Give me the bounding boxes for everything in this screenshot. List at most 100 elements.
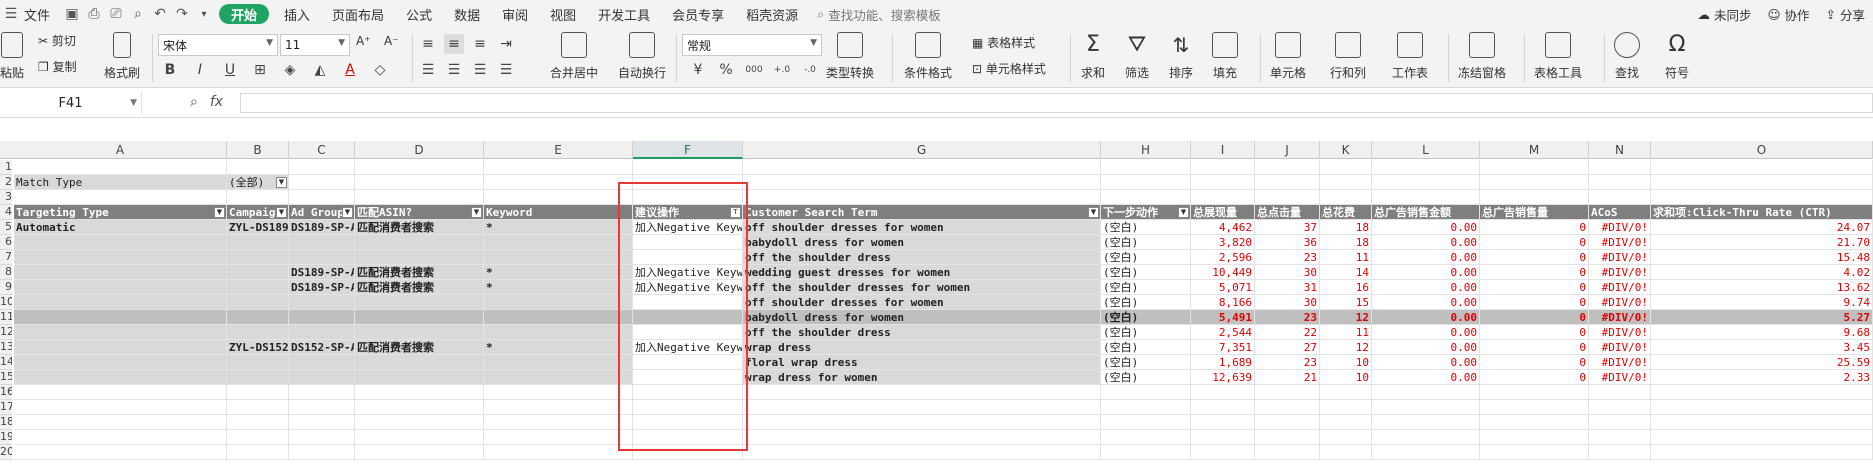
data-cell-I[interactable]: 4,462 — [1191, 220, 1255, 235]
data-cell-G[interactable]: floral wrap dress — [743, 355, 1101, 370]
column-header-A[interactable]: A — [14, 141, 227, 159]
sum-button[interactable]: Σ 求和 — [1080, 32, 1106, 81]
copy-button[interactable]: ❐ 复制 — [38, 58, 77, 75]
cell[interactable] — [1320, 175, 1372, 190]
data-cell-K[interactable]: 18 — [1320, 235, 1372, 250]
decrease-decimal-icon[interactable]: -.0 — [800, 60, 820, 80]
data-cell-G[interactable]: off shoulder dresses for women — [743, 295, 1101, 310]
data-cell-E[interactable]: * — [484, 220, 633, 235]
data-cell-O[interactable]: 25.59 — [1651, 355, 1873, 370]
row-header[interactable]: 5 — [0, 220, 12, 235]
data-cell-O[interactable]: 3.45 — [1651, 340, 1873, 355]
data-cell-F[interactable]: 加入Negative Keyword — [633, 220, 743, 235]
filter-dropdown-icon[interactable]: ▼ — [342, 207, 353, 218]
data-cell-D[interactable] — [355, 250, 484, 265]
data-cell-M[interactable]: 0 — [1480, 370, 1589, 385]
cell[interactable] — [1372, 190, 1480, 205]
tab-7[interactable]: 开发工具 — [587, 0, 661, 28]
cell[interactable] — [289, 415, 355, 430]
cell[interactable] — [633, 400, 743, 415]
table-header-cell[interactable]: Targeting Type — [14, 205, 227, 220]
cell[interactable] — [1320, 415, 1372, 430]
cell[interactable] — [1320, 385, 1372, 400]
data-cell-G[interactable]: wrap dress for women — [743, 370, 1101, 385]
feature-search[interactable]: ⌕ 查找功能、搜索模板 — [817, 5, 941, 24]
format-painter-button[interactable]: 格式刷 — [104, 32, 140, 81]
data-cell-E[interactable]: * — [484, 265, 633, 280]
cell[interactable] — [1101, 190, 1191, 205]
data-cell-K[interactable]: 12 — [1320, 310, 1372, 325]
cell[interactable] — [743, 385, 1101, 400]
column-header-F[interactable]: F — [633, 141, 743, 159]
data-cell-A[interactable] — [14, 355, 227, 370]
cell[interactable] — [743, 175, 1101, 190]
cell[interactable] — [743, 430, 1101, 445]
data-cell-C[interactable] — [289, 250, 355, 265]
data-cell-B[interactable] — [227, 355, 289, 370]
data-cell-J[interactable]: 36 — [1255, 235, 1320, 250]
justify-icon[interactable]: ☰ — [496, 60, 516, 80]
tab-5[interactable]: 审阅 — [491, 0, 539, 28]
table-header-cell[interactable]: 总广告销售量 — [1480, 205, 1589, 220]
data-cell-N[interactable]: #DIV/0! — [1589, 310, 1651, 325]
cell[interactable] — [1255, 190, 1320, 205]
cell[interactable] — [1191, 415, 1255, 430]
data-cell-K[interactable]: 14 — [1320, 265, 1372, 280]
cell[interactable] — [1320, 430, 1372, 445]
data-cell-B[interactable] — [227, 235, 289, 250]
tab-6[interactable]: 视图 — [539, 0, 587, 28]
cell[interactable] — [14, 160, 227, 175]
cell[interactable] — [1101, 415, 1191, 430]
data-cell-N[interactable]: #DIV/0! — [1589, 220, 1651, 235]
data-cell-N[interactable]: #DIV/0! — [1589, 265, 1651, 280]
table-header-cell[interactable]: 总展现量 — [1191, 205, 1255, 220]
cell[interactable] — [1191, 175, 1255, 190]
cell[interactable] — [1320, 400, 1372, 415]
cell[interactable] — [633, 415, 743, 430]
data-cell-N[interactable]: #DIV/0! — [1589, 295, 1651, 310]
data-cell-K[interactable]: 10 — [1320, 370, 1372, 385]
data-cell-L[interactable]: 0.00 — [1372, 280, 1480, 295]
data-cell-K[interactable]: 15 — [1320, 295, 1372, 310]
data-cell-I[interactable]: 2,544 — [1191, 325, 1255, 340]
cell[interactable] — [1480, 160, 1589, 175]
data-cell-O[interactable]: 15.48 — [1651, 250, 1873, 265]
data-cell-A[interactable] — [14, 370, 227, 385]
cell[interactable] — [1320, 190, 1372, 205]
data-cell-J[interactable]: 37 — [1255, 220, 1320, 235]
cell[interactable] — [484, 385, 633, 400]
data-cell-I[interactable]: 7,351 — [1191, 340, 1255, 355]
cell[interactable] — [484, 400, 633, 415]
data-cell-B[interactable] — [227, 280, 289, 295]
row-header[interactable]: 12 — [0, 325, 12, 340]
data-cell-E[interactable] — [484, 295, 633, 310]
tab-1[interactable]: 插入 — [273, 0, 321, 28]
collaborate-button[interactable]: ☺ 协作 — [1760, 0, 1818, 28]
data-cell-I[interactable]: 1,689 — [1191, 355, 1255, 370]
data-cell-J[interactable]: 22 — [1255, 325, 1320, 340]
data-cell-L[interactable]: 0.00 — [1372, 355, 1480, 370]
data-cell-D[interactable]: 匹配消费者搜索 — [355, 265, 484, 280]
highlight-icon[interactable]: ◭ — [310, 60, 330, 80]
data-cell-H[interactable]: (空白) — [1101, 325, 1191, 340]
merge-center-button[interactable]: 合并居中 — [550, 32, 598, 81]
data-cell-I[interactable]: 2,596 — [1191, 250, 1255, 265]
data-cell-F[interactable] — [633, 355, 743, 370]
data-cell-E[interactable] — [484, 250, 633, 265]
table-header-cell[interactable]: 总花费 — [1320, 205, 1372, 220]
data-cell-K[interactable]: 11 — [1320, 250, 1372, 265]
data-cell-J[interactable]: 27 — [1255, 340, 1320, 355]
data-cell-M[interactable]: 0 — [1480, 280, 1589, 295]
data-cell-C[interactable] — [289, 370, 355, 385]
data-cell-E[interactable]: * — [484, 280, 633, 295]
match-type-label[interactable]: Match Type — [14, 175, 227, 190]
data-cell-N[interactable]: #DIV/0! — [1589, 370, 1651, 385]
filter-dropdown-icon[interactable]: ▼ — [276, 207, 287, 218]
cell[interactable] — [1320, 445, 1372, 460]
data-cell-K[interactable]: 11 — [1320, 325, 1372, 340]
cell[interactable] — [1589, 430, 1651, 445]
cell[interactable] — [227, 160, 289, 175]
cell[interactable] — [484, 175, 633, 190]
cell[interactable] — [355, 445, 484, 460]
cell[interactable] — [484, 445, 633, 460]
